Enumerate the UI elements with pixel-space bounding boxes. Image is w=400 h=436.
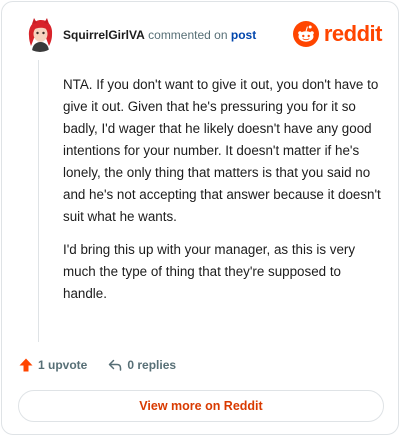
username-link[interactable]: SquirrelGirlVA <box>63 28 145 42</box>
byline-verb: commented on <box>148 28 228 42</box>
upvote-count: 1 upvote <box>38 358 88 372</box>
reddit-wordmark: reddit <box>323 21 383 46</box>
avatar-illustration-icon <box>22 16 58 52</box>
user-avatar[interactable] <box>22 16 58 52</box>
comment-body: NTA. If you don't want to give it out, y… <box>63 74 383 316</box>
view-more-button[interactable]: View more on Reddit <box>18 390 384 422</box>
comment-paragraph: NTA. If you don't want to give it out, y… <box>63 77 381 224</box>
comment-byline: SquirrelGirlVA commented on post <box>63 28 256 42</box>
upvote-arrow-icon <box>19 358 33 372</box>
thread-line <box>38 60 39 342</box>
upvote-button[interactable]: 1 upvote <box>18 357 87 373</box>
reply-arrow-icon <box>109 359 122 371</box>
comment-header: SquirrelGirlVA commented on post reddit <box>22 16 383 54</box>
comment-paragraph: I'd bring this up with your manager, as … <box>63 242 356 301</box>
post-link[interactable]: post <box>231 28 256 42</box>
replies-button[interactable]: 0 replies <box>107 357 176 373</box>
reddit-logo[interactable]: reddit <box>292 20 383 48</box>
comment-actions: 1 upvote 0 replies <box>18 354 176 376</box>
comment-embed-card: SquirrelGirlVA commented on post reddit … <box>1 1 399 435</box>
reply-count: 0 replies <box>127 358 177 372</box>
reddit-snoo-icon <box>292 21 319 47</box>
